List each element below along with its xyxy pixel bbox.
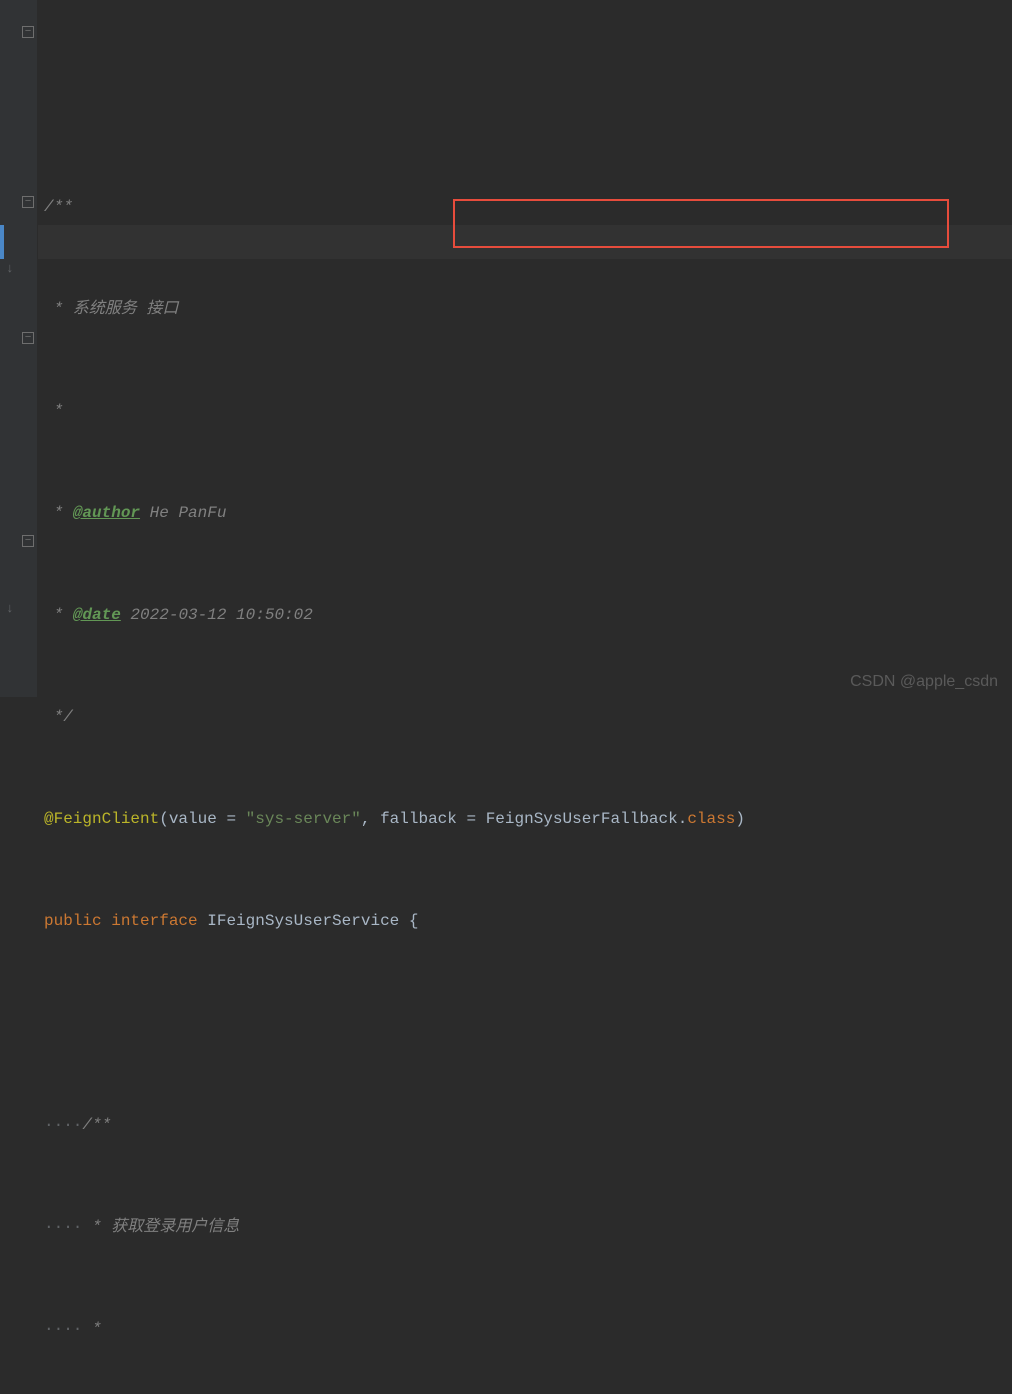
code-editor: ↓ ↓ /** * 系统服务 接口 * * @author He PanFu *… — [0, 0, 1012, 697]
comment: */ — [44, 708, 73, 726]
class-keyword: class — [687, 810, 735, 828]
attr-key: fallback = — [380, 810, 486, 828]
fold-icon[interactable] — [22, 535, 34, 547]
caret-indicator — [0, 225, 4, 259]
annotation-feignclient: @FeignClient — [44, 810, 159, 828]
dot: . — [678, 810, 688, 828]
comment: /** — [44, 198, 73, 216]
current-line-highlight — [38, 225, 1012, 259]
brace: { — [399, 912, 418, 930]
comment: * — [82, 1320, 101, 1338]
paren: ) — [735, 810, 745, 828]
paren: ( — [159, 810, 169, 828]
attr-key: value = — [169, 810, 246, 828]
gutter: ↓ ↓ — [0, 0, 38, 697]
comment: * — [44, 606, 73, 624]
comment: * — [44, 504, 73, 522]
fold-icon[interactable] — [22, 332, 34, 344]
watermark: CSDN @apple_csdn — [850, 673, 998, 691]
comment: * 获取登录用户信息 — [82, 1218, 239, 1236]
comment: * — [44, 402, 63, 420]
arrow-down-icon: ↓ — [6, 261, 14, 276]
indent-guide: ···· — [44, 1320, 82, 1338]
string-value: "sys-server" — [246, 810, 361, 828]
indent-guide: ···· — [44, 1218, 82, 1236]
comment: * 系统服务 接口 — [44, 300, 178, 318]
code-area[interactable]: /** * 系统服务 接口 * * @author He PanFu * @da… — [38, 0, 1012, 697]
javadoc-date: @date — [73, 606, 121, 624]
arrow-down-icon: ↓ — [6, 601, 14, 616]
javadoc-author: @author — [73, 504, 140, 522]
keyword-public: public — [44, 912, 102, 930]
comment: /** — [82, 1116, 111, 1134]
interface-name: IFeignSysUserService — [207, 912, 399, 930]
comment: 2022-03-12 10:50:02 — [121, 606, 313, 624]
class-ref: FeignSysUserFallback — [486, 810, 678, 828]
comment: He PanFu — [140, 504, 226, 522]
indent-guide: ···· — [44, 1116, 82, 1134]
fold-icon[interactable] — [22, 26, 34, 38]
fold-icon[interactable] — [22, 196, 34, 208]
keyword-interface: interface — [102, 912, 208, 930]
comma: , — [361, 810, 380, 828]
